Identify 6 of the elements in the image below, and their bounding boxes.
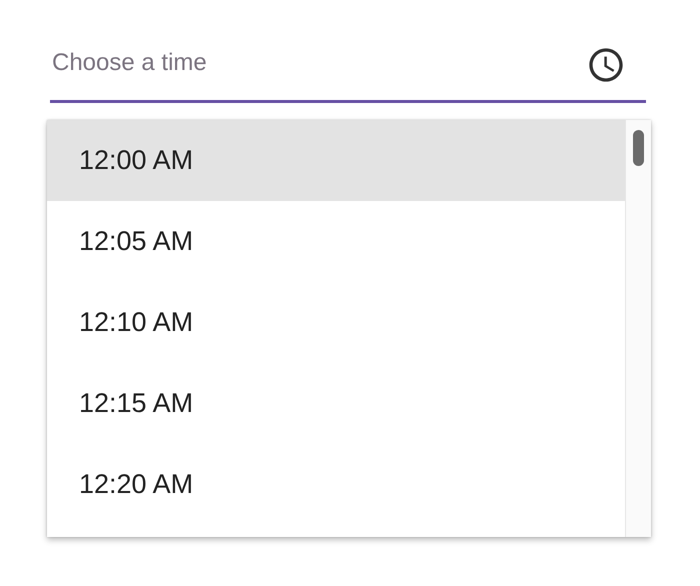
time-option[interactable]: 12:20 AM bbox=[47, 444, 625, 525]
time-option[interactable]: 12:10 AM bbox=[47, 282, 625, 363]
time-option[interactable]: 12:00 AM bbox=[47, 120, 625, 201]
time-option[interactable]: 12:15 AM bbox=[47, 363, 625, 444]
time-option[interactable]: 12:05 AM bbox=[47, 201, 625, 282]
scrollbar[interactable] bbox=[625, 120, 651, 537]
